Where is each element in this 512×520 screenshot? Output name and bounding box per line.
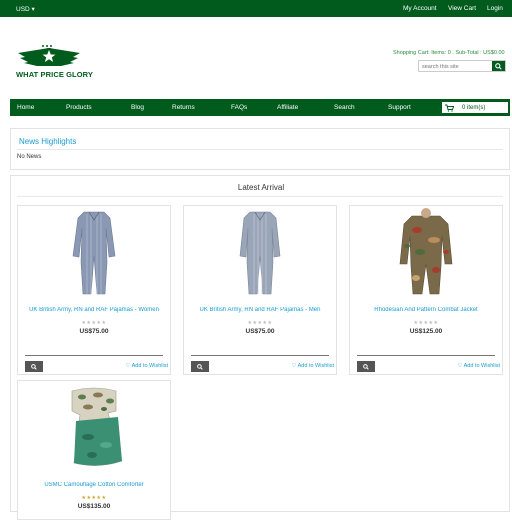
news-title: News Highlights <box>19 137 77 146</box>
product-price: US$125.00 <box>409 328 443 335</box>
nav-products[interactable]: Products <box>66 104 92 111</box>
product-card: Rhodesian And Pattern Combat Jacket ★★★★… <box>349 205 503 375</box>
add-to-wishlist-link[interactable]: ♡ Add to Wishlist <box>125 363 168 369</box>
search-box <box>418 60 506 72</box>
divider <box>25 355 163 356</box>
product-name[interactable]: UK British Army, RN and RAF Pajamas - Me… <box>186 307 334 313</box>
cart-count: 0 item(s) <box>462 105 486 111</box>
currency-selector[interactable]: USD ▾ <box>16 5 35 13</box>
search-icon <box>495 62 502 70</box>
product-name[interactable]: Rhodesian And Pattern Combat Jacket <box>352 307 500 313</box>
rating-stars: ★★★★★ <box>81 495 107 501</box>
product-price: US$135.00 <box>77 503 111 510</box>
add-to-wishlist-link[interactable]: ♡ Add to Wishlist <box>291 363 334 369</box>
product-card: UK British Army, RN and RAF Pajamas - Wo… <box>17 205 171 375</box>
quick-view-button[interactable] <box>191 361 209 372</box>
login-link[interactable]: Login <box>487 5 503 12</box>
product-name[interactable]: UK British Army, RN and RAF Pajamas - Wo… <box>20 307 168 313</box>
quick-view-button[interactable] <box>357 361 375 372</box>
latest-title: Latest Arrival <box>237 183 285 192</box>
rating-stars: ★★★★★ <box>81 320 107 326</box>
divider <box>191 355 329 356</box>
search-icon <box>197 363 203 370</box>
divider <box>17 196 503 197</box>
search-icon <box>363 363 369 370</box>
product-price: US$75.00 <box>245 328 275 335</box>
cart-icon <box>445 104 454 112</box>
nav-support[interactable]: Support <box>388 104 411 111</box>
nav-blog[interactable]: Blog <box>131 104 144 111</box>
news-body: No News <box>17 154 42 160</box>
add-to-wishlist-link[interactable]: ♡ Add to Wishlist <box>457 363 500 369</box>
heart-icon: ♡ <box>457 363 463 369</box>
cart-button[interactable]: 0 item(s) <box>441 101 509 114</box>
product-image-comforter[interactable] <box>18 381 170 476</box>
top-bar: USD ▾ My Account View Cart Login <box>0 0 512 17</box>
view-cart-link[interactable]: View Cart <box>448 5 476 12</box>
rating-stars: ★★★★★ <box>413 320 439 326</box>
product-price: US$75.00 <box>79 328 109 335</box>
heart-icon: ♡ <box>125 363 131 369</box>
main-nav: Home Products Blog Returns FAQs Affiliat… <box>10 99 510 116</box>
product-name[interactable]: USMC Camouflage Cotton Comforter <box>20 482 168 488</box>
search-button[interactable] <box>492 61 505 71</box>
nav-returns[interactable]: Returns <box>172 104 195 111</box>
news-panel: News Highlights No News <box>10 128 510 170</box>
nav-home[interactable]: Home <box>17 104 34 111</box>
search-input[interactable] <box>422 62 492 71</box>
my-account-link[interactable]: My Account <box>403 5 437 12</box>
product-image-womens-pajamas[interactable] <box>18 206 170 301</box>
nav-affiliate[interactable]: Affiliate <box>277 104 298 111</box>
divider <box>17 149 503 150</box>
cart-summary: Shopping Cart: Items: 0 . Sub-Total : US… <box>393 50 505 56</box>
latest-arrival-panel: Latest Arrival UK British Army, RN and R… <box>10 175 510 520</box>
product-image-mens-pajamas[interactable] <box>184 206 336 301</box>
nav-search[interactable]: Search <box>334 104 355 111</box>
product-card: USMC Camouflage Cotton Comforter ★★★★★ U… <box>17 380 171 520</box>
product-image-combat-jacket[interactable] <box>350 206 502 301</box>
brand-name: WHAT PRICE GLORY <box>16 70 94 79</box>
heart-icon: ♡ <box>291 363 297 369</box>
divider <box>357 355 495 356</box>
nav-faqs[interactable]: FAQs <box>231 104 247 111</box>
search-icon <box>31 363 37 370</box>
quick-view-button[interactable] <box>25 361 43 372</box>
product-card: UK British Army, RN and RAF Pajamas - Me… <box>183 205 337 375</box>
rating-stars: ★★★★★ <box>247 320 273 326</box>
